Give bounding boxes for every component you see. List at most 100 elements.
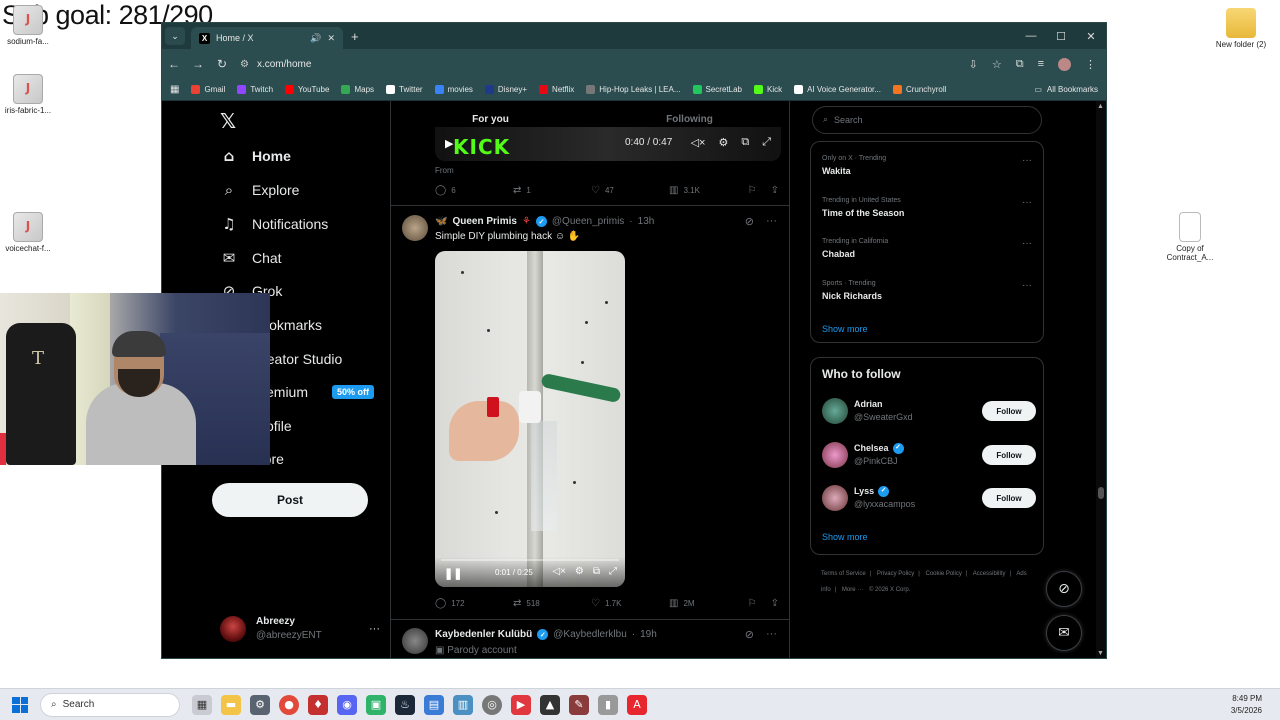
terms-link[interactable]: Terms of Service [821,571,866,577]
reply-button[interactable]: ◯ 6 [435,185,513,196]
desktop-icon-new-folder[interactable]: New folder (2) [1213,8,1269,50]
menu-icon[interactable]: ⋮ [1085,58,1096,71]
bookmark-twitter[interactable]: Twitter [386,85,423,94]
follow-button[interactable]: Follow [982,445,1036,465]
follow-suggestion[interactable]: Lyss ✓ @lyxxacampos Follow [822,483,1036,513]
avatar[interactable] [402,628,428,654]
post-button[interactable]: Post [212,483,368,517]
grok-fab-icon[interactable]: ⊘ [1046,571,1082,607]
more-options-icon[interactable]: ··· [766,215,777,228]
follow-button[interactable]: Follow [982,401,1036,421]
tab-search-dropdown[interactable]: ⌄ [165,27,185,45]
taskbar-search[interactable]: ⌕ Search [40,692,180,717]
trend-item[interactable]: Trending in United States Time of the Se… [822,197,1034,218]
avatar[interactable] [402,215,428,241]
desktop-icon-sodium[interactable]: J sodium-fa... [0,5,56,47]
file-explorer-icon[interactable]: ▬ [221,694,241,715]
profile-avatar-icon[interactable] [1058,57,1071,71]
trend-item[interactable]: Only on X · Trending Wakita ··· [822,155,1034,176]
share-icon[interactable]: ⇪ [771,185,779,196]
extensions-icon[interactable]: ⧉ [1016,58,1024,71]
trends-show-more-link[interactable]: Show more [822,324,868,334]
bookmark-hiphop[interactable]: Hip-Hop Leaks | LEA... [586,85,681,94]
video-progress[interactable] [441,559,619,561]
accessibility-link[interactable]: Accessibility [973,571,1006,577]
pip-icon[interactable]: ⧉ [741,136,749,149]
author-name[interactable]: Kaybedenler Kulübü [435,629,532,640]
account-switcher[interactable]: Abreezy @abreezyENT ··· [220,615,380,642]
more-options-icon[interactable]: ··· [1022,238,1032,249]
desktop-icon-voicechat[interactable]: J voicechat-f... [0,212,56,254]
more-options-icon[interactable]: ··· [1022,155,1032,166]
task-view-icon[interactable]: ▦ [192,694,212,715]
mute-icon[interactable]: ◁× [691,136,706,149]
bookmark-twitch[interactable]: Twitch [237,85,273,94]
mute-icon[interactable]: ◁× [552,566,566,577]
app-icon-red[interactable]: ♦ [308,694,328,715]
bookmark-movies[interactable]: movies [434,85,473,94]
forward-button[interactable]: → [192,57,204,71]
chrome-icon[interactable]: ● [279,694,299,715]
nav-explore[interactable]: ⌕ Explore [220,181,300,199]
bookmark-icon[interactable]: ⚐ [748,598,757,609]
settings-icon[interactable]: ⚙ [250,694,270,715]
adobe-icon[interactable]: A [627,694,647,715]
search-input[interactable]: ⌕ Search [812,106,1042,134]
bookmark-disney[interactable]: Disney+ [484,85,527,94]
start-button[interactable] [0,689,40,720]
trend-item[interactable]: Trending in California Chabad ··· [822,238,1034,259]
nav-chat[interactable]: ✉ Chat [220,249,282,267]
new-tab-button[interactable]: + [351,29,359,44]
video-attribution[interactable]: From [435,166,454,175]
minimize-button[interactable]: — [1016,23,1046,49]
messages-fab-icon[interactable]: ✉ [1046,615,1082,651]
all-bookmarks[interactable]: ▭ All Bookmarks [1034,85,1098,94]
close-tab-icon[interactable]: ✕ [327,33,335,44]
tab-for-you[interactable]: For you [391,101,590,137]
app-icon-tool[interactable]: ✎ [569,694,589,715]
bookmark-crunchyroll[interactable]: Crunchyroll [892,85,946,94]
more-options-icon[interactable]: ··· [1022,280,1032,291]
post-video[interactable]: ❚❚ 0:01 / 0:25 ◁× ⚙ ⧉ ⤢ [435,251,625,587]
settings-icon[interactable]: ⚙ [718,136,728,149]
more-options-icon[interactable]: ··· [1022,197,1032,208]
nav-notifications[interactable]: ♫ Notifications [220,215,328,233]
app-icon-blue[interactable]: ▤ [424,694,444,715]
tab-following[interactable]: Following [590,101,789,137]
more-options-icon[interactable]: ··· [369,623,380,635]
page-scrollbar[interactable]: ▲ ▼ [1096,101,1106,658]
reload-button[interactable]: ↻ [216,57,228,71]
nav-home[interactable]: ⌂ Home [220,147,291,165]
app-icon-gray[interactable]: ▮ [598,694,618,715]
steam-icon[interactable]: ♨ [395,694,415,715]
bookmark-youtube[interactable]: YouTube [285,85,329,94]
views-button[interactable]: ▥ 2M [669,598,747,609]
install-app-icon[interactable]: ⇩ [969,58,978,71]
bookmark-secretlab[interactable]: SecretLab [692,85,742,94]
bookmark-netflix[interactable]: Netflix [539,85,574,94]
follow-button[interactable]: Follow [982,488,1036,508]
bookmark-ai-voice[interactable]: AI Voice Generator... [794,85,881,94]
like-button[interactable]: ♡ 47 [591,185,669,196]
bookmark-gmail[interactable]: Gmail [191,85,225,94]
apps-icon[interactable]: ▦ [170,84,179,95]
url-field[interactable]: ⚙ x.com/home [240,59,957,70]
back-button[interactable]: ← [168,57,180,71]
notes-icon[interactable]: ▥ [453,694,473,715]
x-logo-icon[interactable]: 𝕏 [220,109,236,133]
post-time[interactable]: 13h [638,216,655,227]
bookmark-kick[interactable]: Kick [753,85,782,94]
app-icon-photo[interactable]: ▲ [540,694,560,715]
post-time[interactable]: 19h [640,629,657,640]
cookie-link[interactable]: Cookie Policy [926,571,962,577]
desktop-icon-contract[interactable]: Copy of Contract_A... [1162,212,1218,263]
settings-icon[interactable]: ⚙ [575,566,584,577]
scrollbar-thumb[interactable] [1098,487,1104,499]
views-button[interactable]: ▥ 3.1K [669,185,747,196]
scroll-up-icon[interactable]: ▲ [1097,103,1104,110]
taskbar-clock[interactable]: 8:49 PM 3/5/2026 [1231,693,1262,717]
grok-icon[interactable]: ⊘ [745,628,754,641]
maximize-button[interactable]: ☐ [1046,23,1076,49]
reply-button[interactable]: ◯ 172 [435,598,513,609]
desktop-icon-iris[interactable]: J iris-fabric-1... [0,74,56,116]
